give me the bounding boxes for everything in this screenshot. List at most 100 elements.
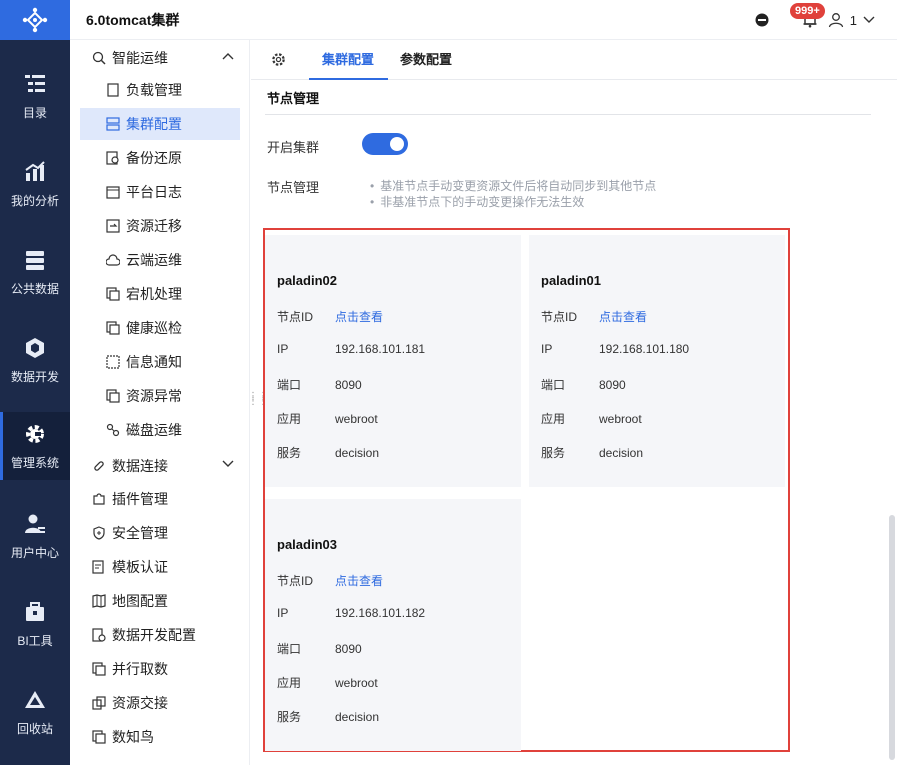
node-card: paladin03 节点ID 点击查看 IP 192.168.101.182 端口 8… bbox=[265, 499, 521, 751]
left-rail: 目录 我的分析 公共数据 数据开发 管理系统 用户中心 BI工具 回收站 bbox=[0, 0, 70, 765]
field-label: 应用 bbox=[277, 676, 302, 690]
sidebar-item-label: 信息通知 bbox=[126, 354, 182, 370]
shield-icon bbox=[92, 526, 106, 540]
rail-item-recycle[interactable]: 回收站 bbox=[0, 678, 70, 746]
divider bbox=[265, 114, 871, 115]
rail-item-user-center[interactable]: 用户中心 bbox=[0, 502, 70, 570]
sidebar-item-label: 平台日志 bbox=[126, 184, 182, 200]
rail-label: 我的分析 bbox=[10, 193, 59, 208]
field-label: 服务 bbox=[277, 710, 302, 724]
sidebar-item-cloud[interactable]: 云端运维 bbox=[80, 244, 240, 276]
node-id-row: 节点ID 点击查看 bbox=[277, 572, 383, 589]
page-title: 6.0tomcat集群 bbox=[86, 11, 180, 28]
sidebar-item-label: 数知鸟 bbox=[112, 729, 154, 745]
view-node-id-link[interactable]: 点击查看 bbox=[335, 310, 383, 324]
field-label: IP bbox=[277, 342, 289, 356]
node-card: paladin02 节点ID 点击查看 IP 192.168.101.181 端口 8… bbox=[265, 235, 521, 487]
node-port: 8090 bbox=[599, 378, 626, 392]
theme-toggle-button[interactable] bbox=[750, 8, 774, 32]
rail-item-data-dev[interactable]: 数据开发 bbox=[0, 326, 70, 394]
sidebar-item-map[interactable]: 地图配置 bbox=[80, 585, 240, 617]
node-ip-row: IP 192.168.101.181 bbox=[277, 342, 425, 356]
gear-icon bbox=[23, 422, 47, 446]
field-label: 端口 bbox=[277, 642, 302, 656]
copy-icon bbox=[106, 389, 120, 403]
enable-cluster-label: 开启集群 bbox=[267, 140, 320, 155]
toolbox-icon bbox=[23, 600, 47, 624]
rail-item-public-data[interactable]: 公共数据 bbox=[0, 238, 70, 306]
sidebar-item-log[interactable]: 平台日志 bbox=[80, 176, 240, 208]
node-ip: 192.168.101.181 bbox=[335, 342, 426, 356]
sidebar-item-label: 云端运维 bbox=[126, 252, 182, 268]
logo-icon bbox=[22, 7, 48, 33]
sidebar-item-disk[interactable]: 磁盘运维 bbox=[80, 414, 240, 446]
sidebar-group-label: 智能运维 bbox=[112, 50, 168, 66]
link-icon bbox=[92, 459, 106, 473]
sidebar-item-migrate[interactable]: 资源迁移 bbox=[80, 210, 240, 242]
tab-cluster-config[interactable]: 集群配置 bbox=[308, 40, 389, 80]
sidebar-item-backup[interactable]: 备份还原 bbox=[80, 142, 240, 174]
section-title: 节点管理 bbox=[267, 91, 320, 106]
node-app-row: 应用 webroot bbox=[277, 674, 378, 691]
puzzle-icon bbox=[92, 492, 106, 506]
main-scrollbar[interactable] bbox=[889, 515, 895, 760]
sidebar-item-data-dev-config[interactable]: 数据开发配置 bbox=[80, 619, 240, 651]
doc-icon bbox=[106, 83, 120, 97]
secondary-sidebar: 智能运维 负载管理 集群配置 备份还原 平台日志 资源迁移 云端运维 宕机处理 … bbox=[70, 40, 250, 765]
sidebar-item-label: 安全管理 bbox=[112, 525, 168, 541]
sidebar-item-downtime[interactable]: 宕机处理 bbox=[80, 278, 240, 310]
sidebar-item-shuzhiniao[interactable]: 数知鸟 bbox=[80, 721, 240, 753]
node-name: paladin03 bbox=[277, 537, 337, 552]
enable-cluster-toggle[interactable] bbox=[362, 133, 408, 155]
migrate-icon bbox=[106, 219, 120, 233]
sidebar-item-label: 资源异常 bbox=[126, 388, 182, 404]
sidebar-item-parallel[interactable]: 并行取数 bbox=[80, 653, 240, 685]
rail-label: 数据开发 bbox=[10, 369, 59, 384]
field-label: 端口 bbox=[277, 378, 302, 392]
sidebar-group-smart-ops[interactable]: 智能运维 bbox=[80, 42, 240, 74]
sidebar-item-label: 数据开发配置 bbox=[112, 627, 196, 643]
ops-icon bbox=[92, 51, 106, 65]
sidebar-item-health[interactable]: 健康巡检 bbox=[80, 312, 240, 344]
settings-tab-button[interactable] bbox=[271, 52, 286, 70]
view-node-id-link[interactable]: 点击查看 bbox=[599, 310, 647, 324]
rail-item-analysis[interactable]: 我的分析 bbox=[0, 150, 70, 218]
rail-item-admin[interactable]: 管理系统 bbox=[0, 412, 70, 480]
sidebar-item-resource-anomaly[interactable]: 资源异常 bbox=[80, 380, 240, 412]
sidebar-group-data-connection[interactable]: 数据连接 bbox=[80, 450, 240, 482]
rail-item-catalog[interactable]: 目录 bbox=[0, 62, 70, 130]
sidebar-item-load[interactable]: 负载管理 bbox=[80, 74, 240, 106]
view-node-id-link[interactable]: 点击查看 bbox=[335, 574, 383, 588]
copy-icon bbox=[92, 730, 106, 744]
node-app-row: 应用 webroot bbox=[277, 410, 378, 427]
rail-label: 回收站 bbox=[16, 721, 53, 736]
recycle-icon bbox=[23, 688, 47, 712]
node-card: paladin01 节点ID 点击查看 IP 192.168.101.180 端口 8… bbox=[529, 235, 785, 487]
node-id-row: 节点ID 点击查看 bbox=[277, 308, 383, 325]
node-ip: 192.168.101.180 bbox=[599, 342, 690, 356]
app-logo[interactable] bbox=[0, 0, 70, 40]
sidebar-item-label: 宕机处理 bbox=[126, 286, 182, 302]
sidebar-item-security[interactable]: 安全管理 bbox=[80, 517, 240, 549]
sidebar-item-notify[interactable]: 信息通知 bbox=[80, 346, 240, 378]
node-manage-label: 节点管理 bbox=[267, 180, 320, 195]
handover-icon bbox=[92, 696, 106, 710]
sidebar-item-template-auth[interactable]: 模板认证 bbox=[80, 551, 240, 583]
sidebar-item-plugins[interactable]: 插件管理 bbox=[80, 483, 240, 515]
user-menu[interactable]: 1 bbox=[828, 12, 875, 28]
node-name: paladin02 bbox=[277, 273, 337, 288]
field-label: 节点ID bbox=[541, 310, 578, 324]
rail-label: 用户中心 bbox=[10, 545, 59, 560]
sidebar-item-handover[interactable]: 资源交接 bbox=[80, 687, 240, 719]
tab-param-config[interactable]: 参数配置 bbox=[400, 40, 452, 80]
rail-item-bi-tools[interactable]: BI工具 bbox=[0, 590, 70, 658]
node-app: webroot bbox=[599, 412, 642, 426]
copy-icon bbox=[106, 321, 120, 335]
database-icon bbox=[23, 248, 47, 272]
field-label: IP bbox=[277, 606, 289, 620]
node-service-row: 服务 decision bbox=[541, 444, 643, 461]
chevron-down-icon bbox=[222, 460, 234, 467]
config-icon bbox=[92, 628, 106, 642]
sidebar-item-cluster[interactable]: 集群配置 bbox=[80, 108, 240, 140]
field-label: 服务 bbox=[541, 446, 566, 460]
